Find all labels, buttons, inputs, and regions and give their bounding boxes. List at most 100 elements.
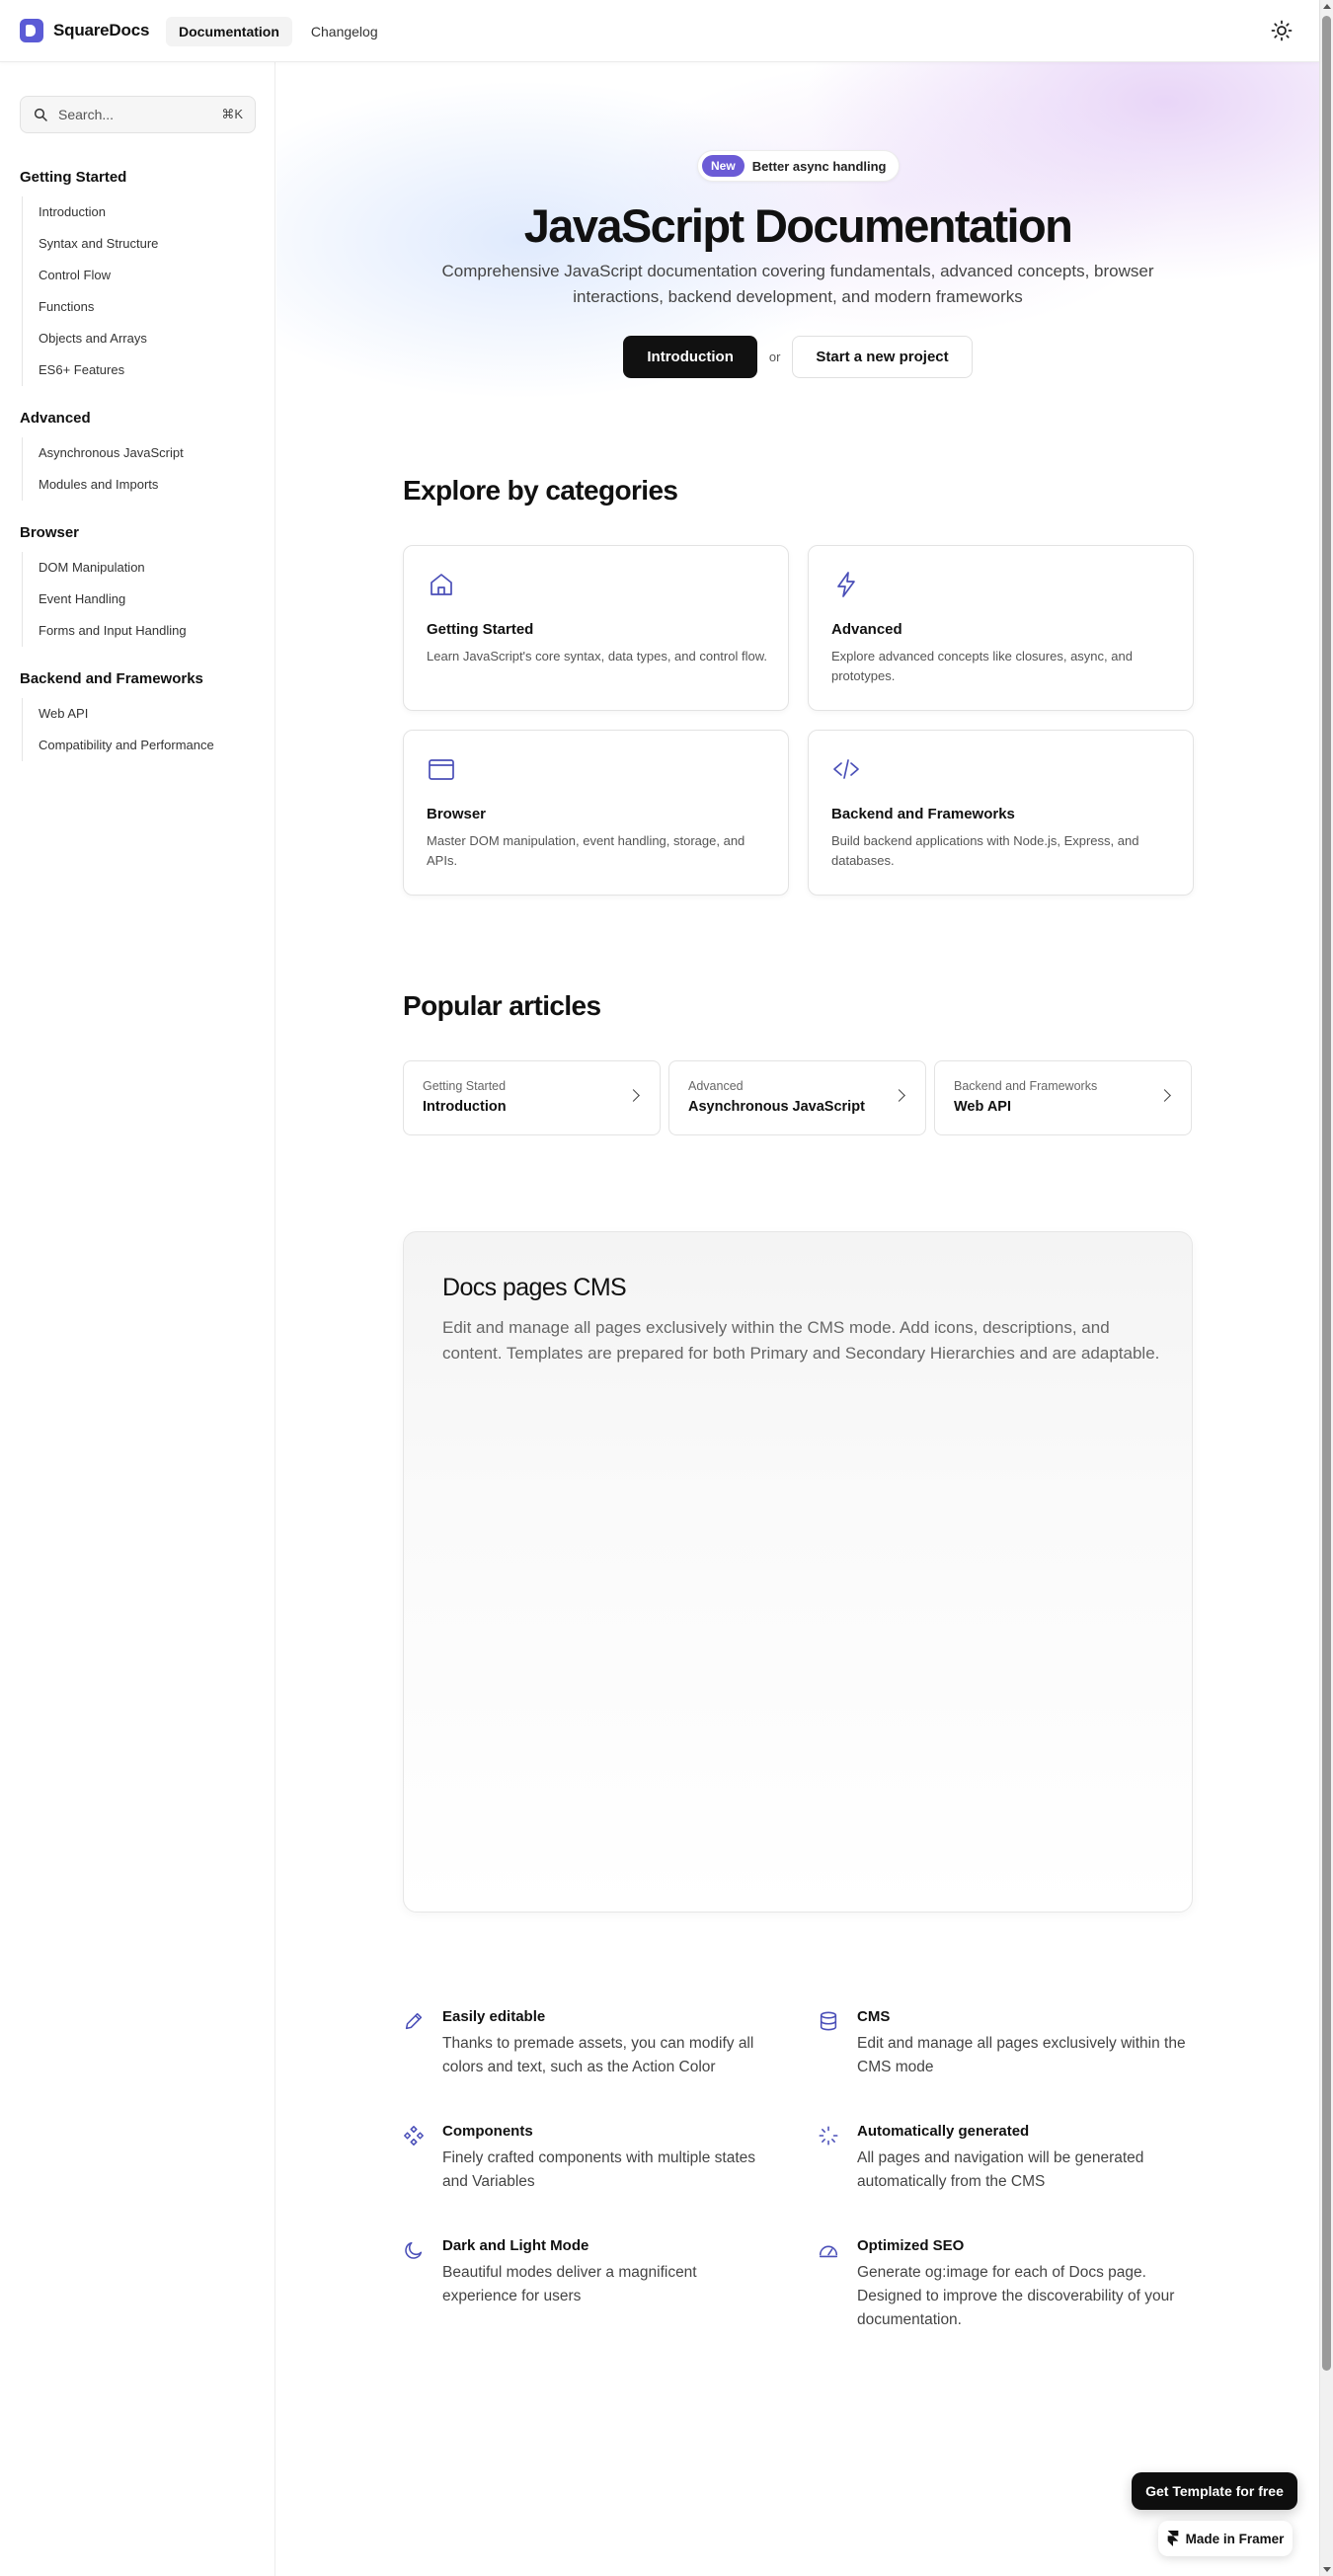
- sidebar-item-objects-arrays[interactable]: Objects and Arrays: [23, 323, 267, 354]
- article-title: Introduction: [423, 1099, 507, 1115]
- lightning-icon: [837, 572, 855, 597]
- hero-actions: Introduction or Start a new project: [276, 336, 1319, 378]
- or-label: or: [768, 350, 781, 364]
- category-description: Explore advanced concepts like closures,…: [831, 649, 1133, 683]
- feature-description: Generate og:image for each of Docs page.…: [857, 2264, 1175, 2328]
- feature-description: Finely crafted components with multiple …: [442, 2149, 756, 2190]
- sidebar-group-backend: Backend and Frameworks Web API Compatibi…: [20, 668, 267, 761]
- popular-articles-heading: Popular articles: [403, 990, 601, 1021]
- announcement-badge[interactable]: New Better async handling: [697, 150, 900, 182]
- article-card-web-api[interactable]: Backend and Frameworks Web API: [934, 1060, 1192, 1135]
- feature-description: Thanks to premade assets, you can modify…: [442, 2035, 754, 2075]
- categories-heading: Explore by categories: [403, 475, 678, 506]
- feature-cms: CMS Edit and manage all pages exclusivel…: [818, 2008, 1193, 2097]
- components-icon: [404, 2126, 424, 2146]
- scrollbar-thumb[interactable]: [1322, 16, 1331, 2371]
- gauge-icon: [819, 2245, 838, 2258]
- sidebar-group-getting-started: Getting Started Introduction Syntax and …: [20, 167, 267, 386]
- chevron-right-icon: [1158, 1089, 1171, 1102]
- search-input[interactable]: Search... ⌘K: [20, 96, 256, 133]
- sidebar-item-control-flow[interactable]: Control Flow: [23, 260, 267, 291]
- sidebar-item-compat[interactable]: Compatibility and Performance: [23, 730, 267, 761]
- search-placeholder: Search...: [58, 107, 115, 122]
- sidebar-group-title: Backend and Frameworks: [20, 670, 203, 687]
- category-card-browser[interactable]: Browser Master DOM manipulation, event h…: [403, 730, 789, 896]
- sidebar-item-forms[interactable]: Forms and Input Handling: [23, 615, 267, 647]
- cms-description: Edit and manage all pages exclusively wi…: [442, 1318, 1160, 1363]
- sidebar-group-browser: Browser DOM Manipulation Event Handling …: [20, 522, 267, 647]
- feature-title: Dark and Light Mode: [442, 2237, 589, 2254]
- framer-logo-icon: [1167, 2531, 1178, 2546]
- sidebar-item-modules[interactable]: Modules and Imports: [23, 469, 267, 501]
- feature-auto-generated: Automatically generated All pages and na…: [818, 2123, 1193, 2212]
- moon-icon: [405, 2241, 423, 2259]
- feature-title: Automatically generated: [857, 2123, 1030, 2140]
- feature-title: CMS: [857, 2008, 891, 2025]
- category-card-getting-started[interactable]: Getting Started Learn JavaScript's core …: [403, 545, 789, 711]
- article-card-async[interactable]: Advanced Asynchronous JavaScript: [668, 1060, 926, 1135]
- category-title: Backend and Frameworks: [831, 806, 1015, 822]
- scroll-down-arrow-icon[interactable]: [1323, 2567, 1331, 2572]
- page-scrollbar[interactable]: [1319, 0, 1333, 2576]
- sidebar-item-events[interactable]: Event Handling: [23, 584, 267, 615]
- home-icon: [431, 574, 452, 595]
- article-category: Advanced: [688, 1079, 744, 1093]
- badge-new-label: New: [702, 155, 745, 177]
- category-title: Advanced: [831, 621, 902, 638]
- feature-title: Optimized SEO: [857, 2237, 965, 2254]
- sidebar-item-introduction[interactable]: Introduction: [23, 196, 267, 228]
- cms-title: Docs pages CMS: [442, 1274, 627, 1301]
- category-title: Getting Started: [427, 621, 534, 638]
- article-category: Backend and Frameworks: [954, 1079, 1098, 1093]
- chevron-right-icon: [893, 1089, 905, 1102]
- sidebar-item-functions[interactable]: Functions: [23, 291, 267, 323]
- introduction-button[interactable]: Introduction: [623, 336, 757, 378]
- pencil-icon: [405, 2012, 423, 2030]
- feature-easily-editable: Easily editable Thanks to premade assets…: [403, 2008, 778, 2097]
- category-card-advanced[interactable]: Advanced Explore advanced concepts like …: [808, 545, 1194, 711]
- top-nav: Documentation Changelog: [166, 17, 391, 46]
- cms-feature-card: Docs pages CMS Edit and manage all pages…: [403, 1231, 1193, 1912]
- start-new-project-button[interactable]: Start a new project: [792, 336, 973, 378]
- sidebar-group-title: Getting Started: [20, 169, 127, 186]
- category-card-backend[interactable]: Backend and Frameworks Build backend app…: [808, 730, 1194, 896]
- sidebar-item-syntax[interactable]: Syntax and Structure: [23, 228, 267, 260]
- feature-description: Beautiful modes deliver a magnificent ex…: [442, 2264, 697, 2304]
- sun-icon[interactable]: [1270, 19, 1294, 42]
- sidebar-item-dom[interactable]: DOM Manipulation: [23, 552, 267, 584]
- made-in-framer-label: Made in Framer: [1185, 2531, 1285, 2546]
- sidebar-group-advanced: Advanced Asynchronous JavaScript Modules…: [20, 408, 267, 501]
- sidebar-item-web-api[interactable]: Web API: [23, 698, 267, 730]
- sidebar: Search... ⌘K Getting Started Introductio…: [0, 62, 275, 2576]
- page-subtitle: Comprehensive JavaScript documentation c…: [441, 262, 1154, 306]
- page-title: JavaScript Documentation: [523, 199, 1073, 252]
- brand-name: SquareDocs: [53, 21, 150, 39]
- database-icon: [820, 2011, 837, 2031]
- get-template-button[interactable]: Get Template for free: [1132, 2472, 1297, 2510]
- category-description: Build backend applications with Node.js,…: [831, 833, 1139, 868]
- nav-changelog[interactable]: Changelog: [298, 17, 391, 46]
- brand[interactable]: SquareDocs: [20, 19, 149, 42]
- top-bar: SquareDocs Documentation Changelog: [0, 0, 1319, 62]
- chevron-right-icon: [627, 1089, 640, 1102]
- feature-title: Components: [442, 2123, 533, 2140]
- feature-description: All pages and navigation will be generat…: [857, 2149, 1144, 2190]
- category-description: Learn JavaScript's core syntax, data typ…: [427, 649, 767, 664]
- article-category: Getting Started: [423, 1079, 507, 1093]
- article-card-introduction[interactable]: Getting Started Introduction: [403, 1060, 661, 1135]
- article-title: Web API: [954, 1099, 1012, 1115]
- feature-components: Components Finely crafted components wit…: [403, 2123, 778, 2212]
- scroll-up-arrow-icon[interactable]: [1323, 4, 1331, 9]
- category-title: Browser: [427, 806, 487, 822]
- badge-text: Better async handling: [751, 158, 887, 174]
- article-title: Asynchronous JavaScript: [688, 1099, 865, 1115]
- sidebar-item-async[interactable]: Asynchronous JavaScript: [23, 437, 267, 469]
- search-shortcut: ⌘K: [221, 107, 243, 121]
- brand-logo-icon: [20, 19, 43, 42]
- sidebar-group-title: Advanced: [20, 410, 91, 427]
- nav-documentation[interactable]: Documentation: [166, 17, 292, 46]
- feature-dark-light-mode: Dark and Light Mode Beautiful modes deli…: [403, 2237, 778, 2326]
- made-in-framer-badge[interactable]: Made in Framer: [1158, 2521, 1293, 2556]
- loader-icon: [819, 2126, 838, 2146]
- sidebar-item-es6[interactable]: ES6+ Features: [23, 354, 267, 386]
